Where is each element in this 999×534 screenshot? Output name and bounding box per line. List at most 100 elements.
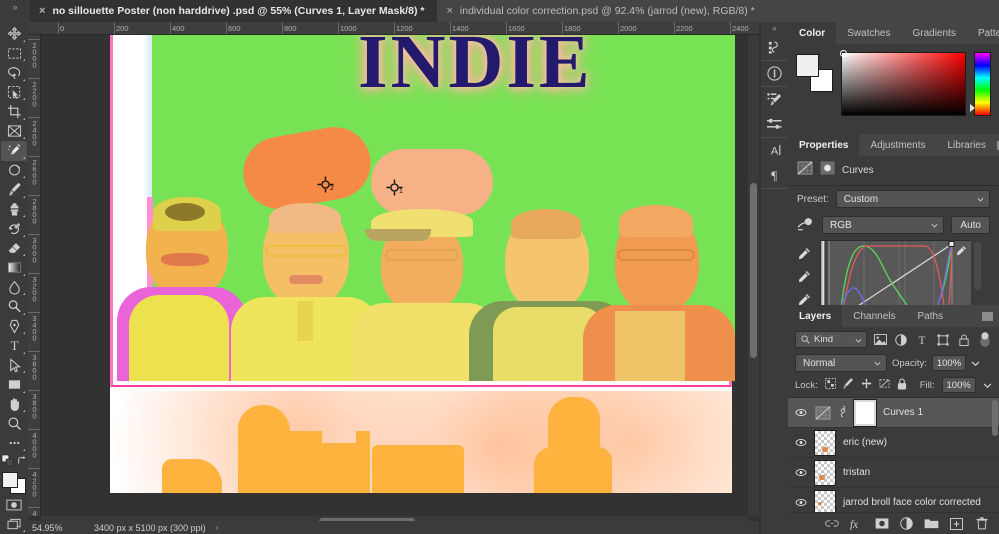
status-menu-arrow-icon[interactable]: › xyxy=(216,523,219,532)
channel-select[interactable]: RGB xyxy=(822,216,945,234)
default-colors-icon[interactable] xyxy=(1,454,15,468)
swap-colors-icon[interactable] xyxy=(17,456,27,466)
filter-type-icon[interactable]: T xyxy=(914,332,929,347)
quick-mask-button[interactable] xyxy=(1,495,27,515)
fill-chevron-down-icon[interactable] xyxy=(983,381,992,390)
screen-mode-button[interactable] xyxy=(1,514,27,534)
layer-link-icon[interactable] xyxy=(839,405,847,421)
brush-tool[interactable] xyxy=(1,180,27,200)
filter-shape-icon[interactable] xyxy=(935,332,950,347)
tab-libraries[interactable]: Libraries xyxy=(937,134,997,156)
new-group-button[interactable] xyxy=(924,516,939,531)
curves-preset-icon[interactable] xyxy=(797,217,815,234)
object-selection-tool[interactable] xyxy=(1,83,27,103)
close-icon[interactable]: × xyxy=(39,5,45,17)
spot-healing-brush-tool[interactable] xyxy=(1,141,27,161)
canvas-vertical-scrollbar[interactable] xyxy=(748,35,759,516)
color-sampler-1[interactable]: 1 xyxy=(386,179,403,196)
frame-tool[interactable] xyxy=(1,122,27,142)
layer-mask-thumbnail[interactable] xyxy=(853,398,877,427)
table-row[interactable]: tristan xyxy=(788,458,999,488)
character-panel-icon[interactable]: A xyxy=(761,138,788,163)
tab-color[interactable]: Color xyxy=(788,22,837,44)
filter-pixel-icon[interactable] xyxy=(873,332,888,347)
foreground-color-swatch[interactable] xyxy=(2,472,18,489)
color-field-picker[interactable] xyxy=(840,50,848,57)
rectangular-marquee-tool[interactable] xyxy=(1,44,27,64)
zoom-tool[interactable] xyxy=(1,414,27,434)
layer-name[interactable]: jarrod broll face color corrected xyxy=(843,497,981,508)
move-tool[interactable] xyxy=(1,24,27,44)
filter-adjustment-icon[interactable] xyxy=(893,332,908,347)
collapse-panels-icon[interactable]: « xyxy=(761,22,788,35)
black-point-eyedropper-icon[interactable] xyxy=(794,244,814,262)
panel-expand-icon[interactable]: » xyxy=(0,0,30,22)
add-layer-mask-button[interactable] xyxy=(874,516,889,531)
fill-field[interactable]: 100% xyxy=(941,377,976,393)
hand-tool[interactable] xyxy=(1,395,27,415)
layer-thumbnail[interactable] xyxy=(814,429,836,456)
color-field[interactable] xyxy=(840,50,967,116)
lasso-tool[interactable] xyxy=(1,63,27,83)
color-panel-swatches[interactable] xyxy=(796,54,834,92)
curves-onimage-adjust-icon[interactable] xyxy=(956,243,967,261)
preset-select[interactable]: Custom xyxy=(835,190,990,208)
info-panel-icon[interactable] xyxy=(761,61,788,86)
history-panel-icon[interactable] xyxy=(761,35,788,60)
rectangle-tool[interactable] xyxy=(1,375,27,395)
canvas-area[interactable]: INDIE 2 1 xyxy=(41,35,759,516)
filter-smart-object-icon[interactable] xyxy=(956,332,971,347)
new-adjustment-layer-button[interactable] xyxy=(899,516,914,531)
tab-patterns[interactable]: Patterns xyxy=(967,22,999,44)
zoom-level-field[interactable]: 54.95% xyxy=(32,523,84,533)
table-row[interactable]: Curves 1 xyxy=(788,398,999,428)
path-selection-tool[interactable] xyxy=(1,356,27,376)
lock-artboard-nesting-icon[interactable] xyxy=(879,378,890,392)
layer-visibility-icon[interactable] xyxy=(794,498,807,507)
color-panel-foreground-swatch[interactable] xyxy=(796,54,819,77)
gray-point-eyedropper-icon[interactable] xyxy=(794,267,814,285)
tab-adjustments[interactable]: Adjustments xyxy=(859,134,936,156)
blend-mode-select[interactable]: Normal xyxy=(795,354,887,372)
layers-panel-menu-icon[interactable] xyxy=(982,311,993,321)
tab-gradients[interactable]: Gradients xyxy=(901,22,966,44)
close-icon[interactable]: × xyxy=(446,5,452,17)
clone-stamp-tool[interactable] xyxy=(1,200,27,220)
tab-layers[interactable]: Layers xyxy=(788,305,843,327)
layer-mask-icon[interactable] xyxy=(820,161,835,180)
opacity-chevron-down-icon[interactable] xyxy=(971,359,980,368)
layer-name[interactable]: Curves 1 xyxy=(883,407,923,418)
lock-all-icon[interactable] xyxy=(897,377,907,393)
layer-visibility-icon[interactable] xyxy=(794,408,807,417)
document-tab-2[interactable]: × individual color correction.psd @ 92.4… xyxy=(437,0,768,22)
tab-swatches[interactable]: Swatches xyxy=(836,22,901,44)
delete-layer-button[interactable] xyxy=(974,516,989,531)
history-brush-tool[interactable] xyxy=(1,219,27,239)
layer-style-button[interactable]: fx xyxy=(849,516,864,531)
eraser-tool[interactable] xyxy=(1,239,27,259)
filter-toggle-switch[interactable] xyxy=(977,331,992,347)
lock-position-icon[interactable] xyxy=(861,378,872,392)
layers-scroll-thumb[interactable] xyxy=(992,400,998,436)
pen-tool[interactable] xyxy=(1,317,27,337)
layer-visibility-icon[interactable] xyxy=(794,468,807,477)
properties-scroll-thumb[interactable] xyxy=(974,242,981,290)
dodge-tool[interactable] xyxy=(1,297,27,317)
color-swatches[interactable] xyxy=(1,471,27,495)
layer-visibility-icon[interactable] xyxy=(794,438,807,447)
brush-settings-panel-icon[interactable] xyxy=(761,87,788,112)
layer-thumbnail[interactable] xyxy=(814,459,836,486)
paragraph-panel-icon[interactable]: ¶ xyxy=(761,163,788,188)
layer-name[interactable]: eric (new) xyxy=(843,437,887,448)
eyedropper-tool[interactable] xyxy=(1,161,27,181)
table-row[interactable]: eric (new) xyxy=(788,428,999,458)
hue-slider[interactable] xyxy=(970,52,992,116)
lock-transparent-pixels-icon[interactable] xyxy=(824,378,836,392)
document-tab-1[interactable]: × no sillouette Poster (non harddrive) .… xyxy=(30,0,438,22)
horizontal-ruler[interactable]: 0 200 400 600 800 1000 1200 1400 1600 1800 2000 220… xyxy=(28,22,759,35)
adjustments-panel-icon[interactable] xyxy=(761,112,788,137)
tab-channels[interactable]: Channels xyxy=(842,305,906,327)
new-layer-button[interactable] xyxy=(949,516,964,531)
layer-filter-kind-select[interactable]: Kind xyxy=(795,331,867,348)
crop-tool[interactable] xyxy=(1,102,27,122)
